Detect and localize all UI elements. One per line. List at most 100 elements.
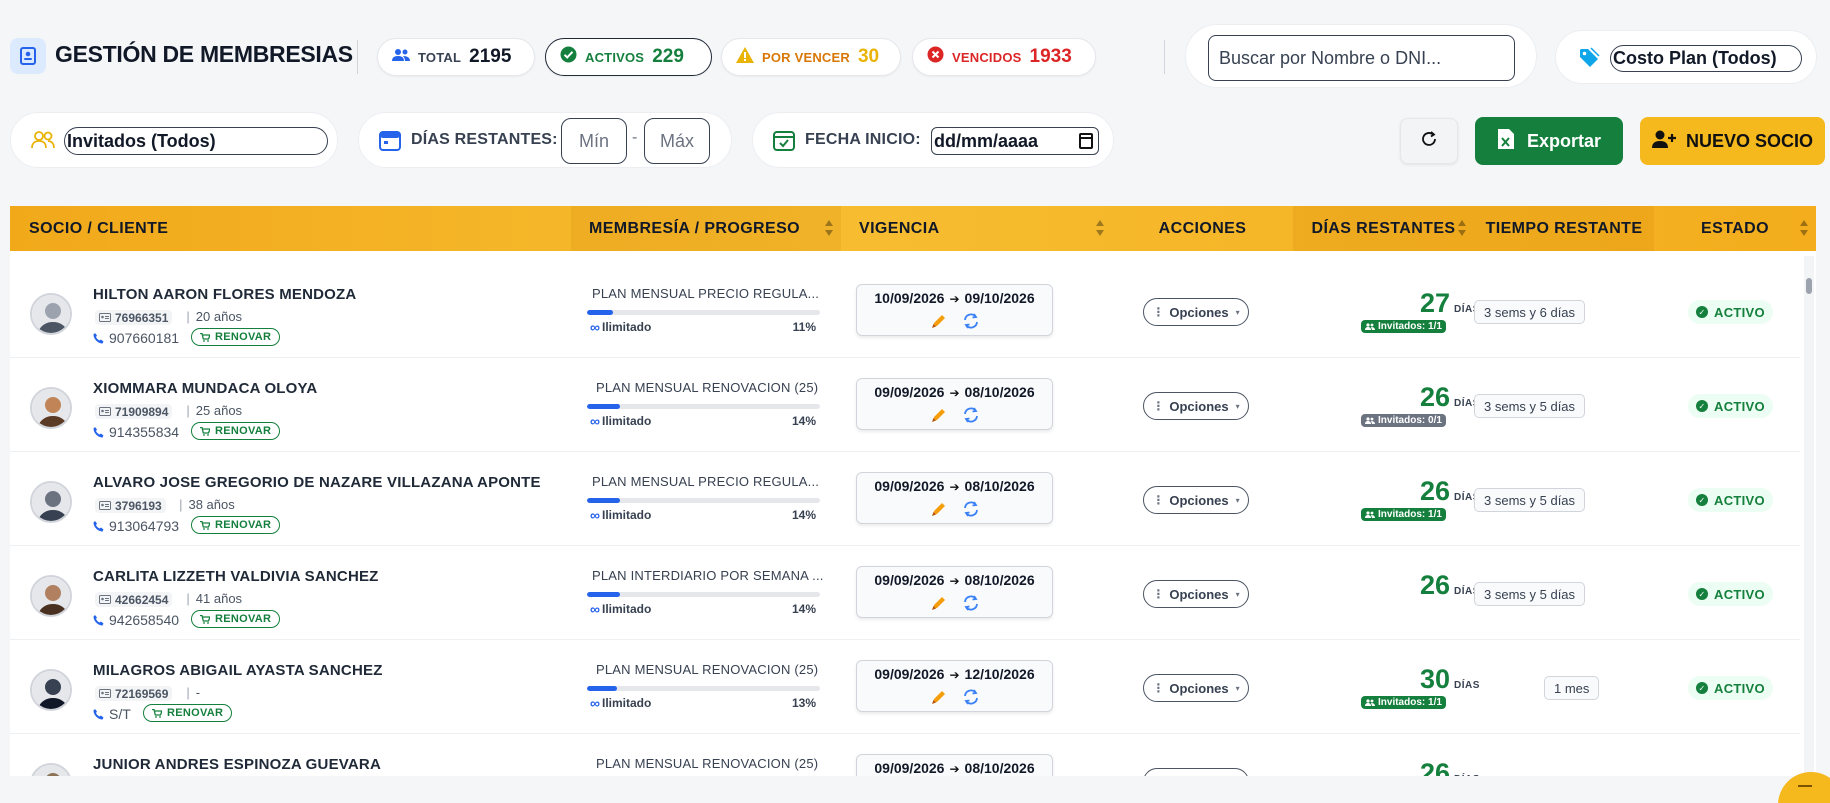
export-button[interactable]: Exportar <box>1475 117 1623 165</box>
edit-pencil-icon[interactable] <box>930 688 948 706</box>
stat-activos-label: ACTIVOS <box>585 49 645 65</box>
col-dias-restantes[interactable]: DÍAS RESTANTES <box>1293 206 1474 251</box>
end-date: 08/10/2026 <box>964 760 1035 776</box>
options-button[interactable]: ⋮Opciones▾ <box>1143 486 1249 514</box>
sort-icon[interactable] <box>1800 220 1808 238</box>
sync-icon[interactable] <box>962 688 980 706</box>
table-row[interactable]: CARLITA LIZZETH VALDIVIA SANCHEZ 42662454… <box>10 546 1800 640</box>
id-card-icon <box>99 501 111 510</box>
table-row[interactable]: MILAGROS ABIGAIL AYASTA SANCHEZ 72169569-… <box>10 640 1800 734</box>
infinity-icon: ∞ <box>590 507 600 523</box>
edit-pencil-icon[interactable] <box>930 500 948 518</box>
sort-icon[interactable] <box>1458 220 1466 238</box>
new-socio-button[interactable]: NUEVO SOCIO <box>1640 117 1825 165</box>
member-name[interactable]: JUNIOR ANDRES ESPINOZA GUEVARA <box>93 756 381 773</box>
refresh-button[interactable] <box>1400 118 1458 164</box>
warning-icon <box>736 46 754 68</box>
fecha-inicio-input[interactable]: dd/mm/aaaa <box>931 127 1099 155</box>
progress-bar <box>587 592 820 597</box>
days-remaining: 26 <box>1419 570 1450 600</box>
avatar[interactable] <box>30 387 72 429</box>
calendar-icon[interactable] <box>1079 133 1093 149</box>
more-vertical-icon: ⋮ <box>1152 681 1165 695</box>
options-button[interactable]: ⋮Opciones▾ <box>1143 580 1249 608</box>
cost-plan-select[interactable]: Costo Plan (Todos) <box>1610 45 1802 72</box>
table-row[interactable]: XIOMMARA MUNDACA OLOYA 71909894 25 años 914… <box>10 358 1800 452</box>
sync-icon[interactable] <box>962 406 980 424</box>
scrollbar[interactable] <box>1804 256 1814 776</box>
start-date: 10/09/2026 <box>874 290 945 306</box>
renovar-button[interactable]: RENOVAR <box>191 516 281 534</box>
tiempo-restante: 3 sems y 5 días <box>1474 582 1586 606</box>
divider <box>1164 40 1165 74</box>
days-unit: DÍAS <box>1454 774 1480 776</box>
renovar-button[interactable]: RENOVAR <box>191 422 281 440</box>
table-row[interactable]: JUNIOR ANDRES ESPINOZA GUEVARA PLAN MENSU… <box>10 734 1800 776</box>
plan-name: PLAN MENSUAL PRECIO REGULA... <box>592 286 820 301</box>
options-button[interactable]: ⋮Opciones▾ <box>1143 674 1249 702</box>
renovar-button[interactable]: RENOVAR <box>143 704 233 722</box>
scrollbar-thumb[interactable] <box>1806 278 1812 294</box>
progress-percent: 13% <box>791 696 816 710</box>
options-button[interactable]: ⋮Opciones▾ <box>1143 392 1249 420</box>
sort-icon[interactable] <box>825 220 833 238</box>
more-vertical-icon: ⋮ <box>1152 305 1165 319</box>
min-days-input[interactable]: Mín <box>561 118 627 164</box>
users-icon <box>1365 417 1375 424</box>
member-age: - <box>186 685 200 700</box>
table-row[interactable]: HILTON AARON FLORES MENDOZA 76966351 20 añ… <box>10 264 1800 358</box>
member-name[interactable]: MILAGROS ABIGAIL AYASTA SANCHEZ <box>93 662 383 679</box>
sync-icon[interactable] <box>962 312 980 330</box>
stat-vencidos-value: 1933 <box>1029 46 1072 67</box>
progress-fill <box>587 498 620 503</box>
sync-icon[interactable] <box>962 594 980 612</box>
renovar-button[interactable]: RENOVAR <box>191 328 281 346</box>
stat-activos-value: 229 <box>652 46 684 67</box>
options-button[interactable]: ⋮Opciones▾ <box>1143 768 1249 776</box>
avatar[interactable] <box>30 481 72 523</box>
max-days-input[interactable]: Máx <box>644 118 710 164</box>
floating-menu-button[interactable] <box>1778 772 1830 803</box>
avatar[interactable] <box>30 763 72 776</box>
avatar[interactable] <box>30 293 72 335</box>
member-name[interactable]: XIOMMARA MUNDACA OLOYA <box>93 380 317 397</box>
ilimitado-label: ∞ Ilimitado <box>590 507 652 523</box>
stat-total[interactable]: TOTAL 2195 <box>377 38 535 76</box>
stat-vencidos[interactable]: VENCIDOS 1933 <box>912 38 1096 76</box>
avatar[interactable] <box>30 669 72 711</box>
stat-por-vencer[interactable]: POR VENCER 30 <box>721 38 901 76</box>
progress-fill <box>587 310 613 315</box>
check-circle-icon: ✓ <box>1696 306 1708 318</box>
col-socio[interactable]: SOCIO / CLIENTE <box>10 206 571 251</box>
edit-pencil-icon[interactable] <box>930 594 948 612</box>
options-button[interactable]: ⋮Opciones▾ <box>1143 298 1249 326</box>
id-card-icon <box>99 313 111 322</box>
arrow-right-icon: ➔ <box>949 668 960 682</box>
col-estado[interactable]: ESTADO <box>1654 206 1816 251</box>
sync-icon[interactable] <box>962 500 980 518</box>
invitados-select[interactable]: Invitados (Todos) <box>64 127 328 155</box>
stat-activos[interactable]: ACTIVOS 229 <box>545 38 712 76</box>
col-membresia[interactable]: MEMBRESÍA / PROGRESO <box>571 206 841 251</box>
dni-badge: 76966351 <box>95 310 173 325</box>
edit-pencil-icon[interactable] <box>930 312 948 330</box>
col-vigencia[interactable]: VIGENCIA <box>841 206 1112 251</box>
member-phone: 907660181 <box>93 330 179 346</box>
start-date: 09/09/2026 <box>874 384 945 400</box>
sort-icon[interactable] <box>1096 220 1104 238</box>
tiempo-restante: 1 mes <box>1544 676 1600 700</box>
edit-pencil-icon[interactable] <box>930 406 948 424</box>
excel-file-icon <box>1497 128 1515 155</box>
renovar-button[interactable]: RENOVAR <box>191 610 281 628</box>
member-name[interactable]: CARLITA LIZZETH VALDIVIA SANCHEZ <box>93 568 379 585</box>
search-input[interactable]: Buscar por Nombre o DNI... <box>1208 35 1515 81</box>
vigencia-box: 09/09/2026 ➔ 08/10/2026 <box>856 378 1053 430</box>
progress-bar <box>587 686 820 691</box>
id-card-icon <box>99 407 111 416</box>
id-card-icon <box>99 689 111 698</box>
member-name[interactable]: HILTON AARON FLORES MENDOZA <box>93 286 356 303</box>
days-remaining: 26 <box>1419 382 1450 412</box>
avatar[interactable] <box>30 575 72 617</box>
table-row[interactable]: ALVARO JOSE GREGORIO DE NAZARE VILLAZANA… <box>10 452 1800 546</box>
member-name[interactable]: ALVARO JOSE GREGORIO DE NAZARE VILLAZANA… <box>93 474 541 491</box>
